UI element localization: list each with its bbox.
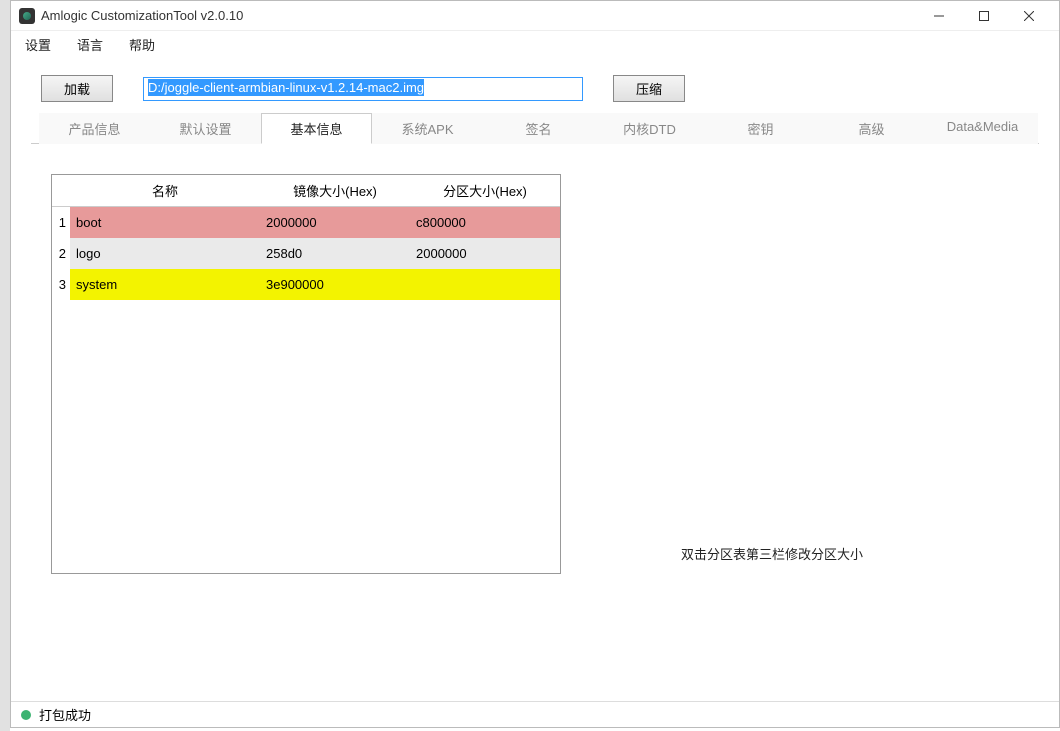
load-button[interactable]: 加载 xyxy=(41,75,113,102)
tab-advanced[interactable]: 高级 xyxy=(816,113,927,144)
cell-name: boot xyxy=(70,207,260,239)
content-area: 名称 镜像大小(Hex) 分区大小(Hex) 1 boot 2000000 c8… xyxy=(11,144,1059,604)
table-row[interactable]: 3 system 3e900000 xyxy=(52,269,560,300)
table-header-row: 名称 镜像大小(Hex) 分区大小(Hex) xyxy=(52,175,560,207)
window-controls xyxy=(916,1,1051,30)
row-index: 3 xyxy=(52,269,70,300)
tab-signature[interactable]: 签名 xyxy=(483,113,594,144)
statusbar: 打包成功 xyxy=(11,701,1059,727)
tab-kernel-dtd[interactable]: 内核DTD xyxy=(594,113,705,144)
cell-partition-size[interactable]: c800000 xyxy=(410,207,560,239)
toolbar: 加载 D:/joggle-client-armbian-linux-v1.2.1… xyxy=(11,57,1059,112)
col-partition-size-header: 分区大小(Hex) xyxy=(410,175,560,207)
cell-image-size: 2000000 xyxy=(260,207,410,239)
col-idx-header xyxy=(52,175,70,207)
table-row[interactable]: 1 boot 2000000 c800000 xyxy=(52,207,560,239)
hint-text: 双击分区表第三栏修改分区大小 xyxy=(681,544,863,563)
minimize-icon xyxy=(934,11,944,21)
menu-settings[interactable]: 设置 xyxy=(21,33,55,56)
image-path-input[interactable]: D:/joggle-client-armbian-linux-v1.2.14-m… xyxy=(143,77,583,101)
cell-image-size: 3e900000 xyxy=(260,269,410,300)
close-button[interactable] xyxy=(1006,1,1051,30)
col-image-size-header: 镜像大小(Hex) xyxy=(260,175,410,207)
row-index: 2 xyxy=(52,238,70,269)
tab-data-media[interactable]: Data&Media xyxy=(927,113,1038,144)
cell-partition-size[interactable] xyxy=(410,269,560,300)
minimize-button[interactable] xyxy=(916,1,961,30)
partition-table-wrap: 名称 镜像大小(Hex) 分区大小(Hex) 1 boot 2000000 c8… xyxy=(51,174,561,574)
menu-help[interactable]: 帮助 xyxy=(125,33,159,56)
partition-table: 名称 镜像大小(Hex) 分区大小(Hex) 1 boot 2000000 c8… xyxy=(52,175,560,300)
cell-image-size: 258d0 xyxy=(260,238,410,269)
tab-basic-info[interactable]: 基本信息 xyxy=(261,113,372,144)
tab-bar: 产品信息 默认设置 基本信息 系统APK 签名 内核DTD 密钥 高级 Data… xyxy=(31,112,1039,144)
maximize-button[interactable] xyxy=(961,1,1006,30)
titlebar: Amlogic CustomizationTool v2.0.10 xyxy=(11,1,1059,31)
tab-key[interactable]: 密钥 xyxy=(705,113,816,144)
window-title: Amlogic CustomizationTool v2.0.10 xyxy=(41,8,243,23)
menubar: 设置 语言 帮助 xyxy=(11,31,1059,57)
maximize-icon xyxy=(979,11,989,21)
compress-button[interactable]: 压缩 xyxy=(613,75,685,102)
row-index: 1 xyxy=(52,207,70,239)
app-icon xyxy=(19,8,35,24)
tab-product-info[interactable]: 产品信息 xyxy=(39,113,150,144)
table-row[interactable]: 2 logo 258d0 2000000 xyxy=(52,238,560,269)
tab-system-apk[interactable]: 系统APK xyxy=(372,113,483,144)
col-name-header: 名称 xyxy=(70,175,260,207)
status-text: 打包成功 xyxy=(39,705,91,724)
main-window: Amlogic CustomizationTool v2.0.10 设置 语言 … xyxy=(10,0,1060,728)
background-strip xyxy=(0,0,10,731)
status-indicator-icon xyxy=(21,710,31,720)
close-icon xyxy=(1024,11,1034,21)
tab-default-settings[interactable]: 默认设置 xyxy=(150,113,261,144)
cell-name: logo xyxy=(70,238,260,269)
menu-language[interactable]: 语言 xyxy=(73,33,107,56)
cell-name: system xyxy=(70,269,260,300)
cell-partition-size[interactable]: 2000000 xyxy=(410,238,560,269)
image-path-value: D:/joggle-client-armbian-linux-v1.2.14-m… xyxy=(148,79,424,96)
hint-area: 双击分区表第三栏修改分区大小 xyxy=(601,174,1019,574)
